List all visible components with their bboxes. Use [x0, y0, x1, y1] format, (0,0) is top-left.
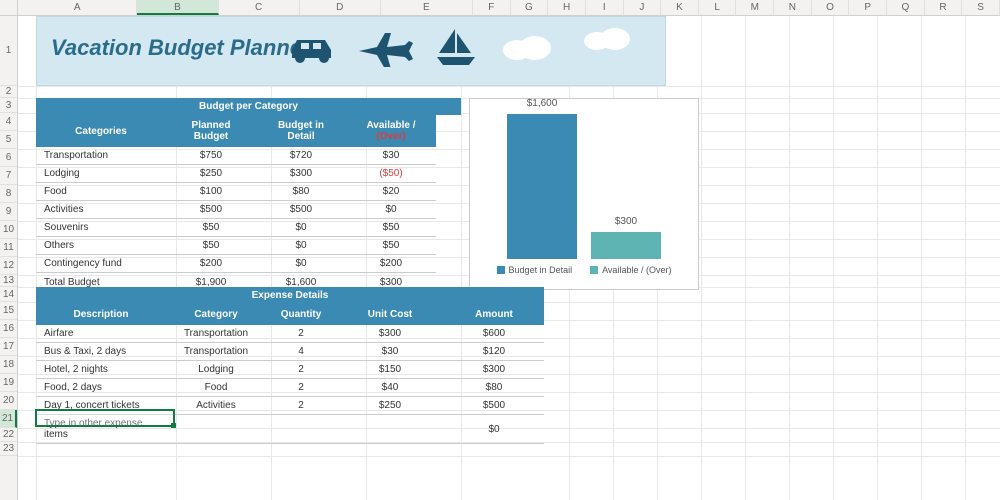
row-header-11[interactable]: 11	[0, 239, 17, 257]
budget-row[interactable]: Contingency fund$200$0$200	[36, 255, 436, 273]
col-header-D[interactable]: D	[300, 0, 381, 15]
expense-row[interactable]: AirfareTransportation2$300$600	[36, 325, 544, 343]
col-header-F[interactable]: F	[473, 0, 511, 15]
chart-plot-area: $1,600 $300	[470, 99, 698, 259]
row-header-21[interactable]: 21	[0, 410, 17, 428]
col-header-L[interactable]: L	[699, 0, 737, 15]
col-header-A[interactable]: A	[18, 0, 137, 15]
col-header-J[interactable]: J	[624, 0, 662, 15]
row-header-18[interactable]: 18	[0, 356, 17, 374]
row-header-23[interactable]: 23	[0, 442, 17, 456]
col-unitcost[interactable]: Unit Cost	[336, 304, 444, 325]
col-header-B[interactable]: B	[137, 0, 218, 15]
budget-row[interactable]: Souvenirs$50$0$50	[36, 219, 436, 237]
legend-item: Budget in Detail	[497, 265, 573, 275]
expense-table-title: Expense Details	[36, 287, 544, 304]
budget-row[interactable]: Food$100$80$20	[36, 183, 436, 201]
grid-area[interactable]: Vacation Budget Planner Budget per Categ…	[18, 16, 1000, 500]
col-header-H[interactable]: H	[548, 0, 586, 15]
banner: Vacation Budget Planner	[36, 16, 666, 86]
budget-chart[interactable]: $1,600 $300 Budget in Detail Available / (…	[469, 98, 699, 290]
chart-bar: $300	[591, 232, 661, 259]
cloud-icon	[579, 25, 635, 55]
col-quantity[interactable]: Quantity	[266, 304, 336, 325]
expense-row[interactable]: Bus & Taxi, 2 daysTransportation4$30$120	[36, 343, 544, 361]
col-header-I[interactable]: I	[586, 0, 624, 15]
sailboat-icon	[435, 27, 477, 69]
row-header-20[interactable]: 20	[0, 392, 17, 410]
expense-table: Expense Details Description Category Qua…	[36, 287, 544, 444]
budget-row[interactable]: Activities$500$500$0	[36, 201, 436, 219]
legend-item: Available / (Over)	[590, 265, 671, 275]
expense-row[interactable]: Day 1, concert ticketsActivities2$250$50…	[36, 397, 544, 415]
col-header-M[interactable]: M	[736, 0, 774, 15]
row-headers: 1234567891011121314151617181920212223	[0, 16, 18, 500]
row-header-14[interactable]: 14	[0, 287, 17, 302]
row-header-3[interactable]: 3	[0, 98, 17, 113]
row-header-19[interactable]: 19	[0, 374, 17, 392]
col-header-P[interactable]: P	[849, 0, 887, 15]
row-header-15[interactable]: 15	[0, 302, 17, 320]
column-headers: ABCDEFGHIJKLMNOPQRS	[18, 0, 1000, 16]
row-header-12[interactable]: 12	[0, 257, 17, 275]
chart-legend: Budget in Detail Available / (Over)	[470, 259, 698, 281]
expense-row[interactable]: Food, 2 daysFood2$40$80	[36, 379, 544, 397]
row-header-7[interactable]: 7	[0, 167, 17, 185]
col-available[interactable]: Available / (Over)	[346, 115, 436, 147]
col-header-G[interactable]: G	[511, 0, 549, 15]
row-header-9[interactable]: 9	[0, 203, 17, 221]
expense-row[interactable]: Hotel, 2 nightsLodging2$150$300	[36, 361, 544, 379]
col-header-R[interactable]: R	[925, 0, 963, 15]
select-all-corner[interactable]	[0, 0, 18, 16]
expense-empty-row[interactable]: Type in other expense items $0	[36, 415, 544, 444]
cloud-icon	[497, 32, 557, 64]
budget-table: Budget per Category Categories Planned B…	[36, 98, 461, 293]
col-header-K[interactable]: K	[661, 0, 699, 15]
budget-table-title: Budget per Category	[36, 98, 461, 115]
col-header-Q[interactable]: Q	[887, 0, 925, 15]
row-header-17[interactable]: 17	[0, 338, 17, 356]
chart-bar: $1,600	[507, 114, 577, 259]
col-description[interactable]: Description	[36, 304, 166, 325]
row-header-10[interactable]: 10	[0, 221, 17, 239]
row-header-13[interactable]: 13	[0, 275, 17, 287]
row-header-5[interactable]: 5	[0, 131, 17, 149]
expense-table-header: Description Category Quantity Unit Cost …	[36, 304, 544, 325]
col-planned[interactable]: Planned Budget	[166, 115, 256, 147]
col-amount[interactable]: Amount	[444, 304, 544, 325]
banner-icons	[287, 27, 557, 69]
col-categories[interactable]: Categories	[36, 115, 166, 147]
row-header-1[interactable]: 1	[0, 16, 17, 86]
col-header-S[interactable]: S	[962, 0, 1000, 15]
row-header-6[interactable]: 6	[0, 149, 17, 167]
budget-row[interactable]: Transportation$750$720$30	[36, 147, 436, 165]
spreadsheet: ABCDEFGHIJKLMNOPQRS 12345678910111213141…	[0, 0, 1000, 500]
col-header-N[interactable]: N	[774, 0, 812, 15]
budget-table-header: Categories Planned Budget Budget in Deta…	[36, 115, 436, 147]
car-icon	[287, 32, 337, 64]
col-detail[interactable]: Budget in Detail	[256, 115, 346, 147]
col-header-C[interactable]: C	[219, 0, 300, 15]
row-header-2[interactable]: 2	[0, 86, 17, 98]
budget-row[interactable]: Lodging$250$300($50)	[36, 165, 436, 183]
col-category[interactable]: Category	[166, 304, 266, 325]
col-header-O[interactable]: O	[812, 0, 850, 15]
row-header-4[interactable]: 4	[0, 113, 17, 131]
row-header-8[interactable]: 8	[0, 185, 17, 203]
row-header-16[interactable]: 16	[0, 320, 17, 338]
plane-icon	[357, 29, 415, 67]
row-header-22[interactable]: 22	[0, 428, 17, 442]
budget-row[interactable]: Others$50$0$50	[36, 237, 436, 255]
col-header-E[interactable]: E	[381, 0, 473, 15]
